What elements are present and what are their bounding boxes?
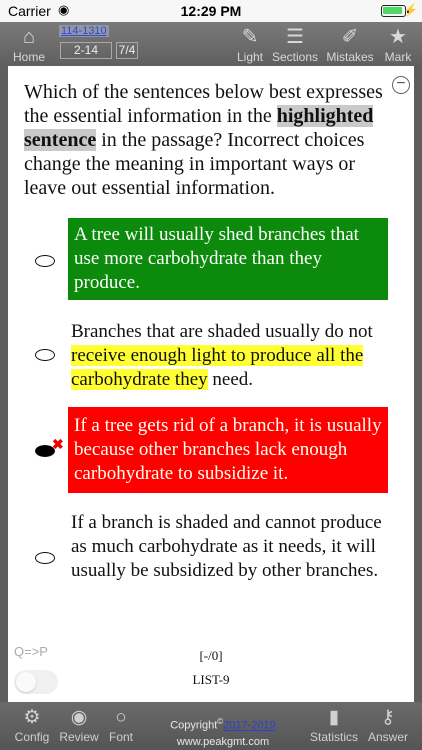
home-button[interactable]: ⌂ Home (6, 22, 52, 66)
choice-d-radio[interactable] (35, 552, 55, 564)
gear-icon: ⚙ (23, 707, 41, 728)
statistics-label: Statistics (309, 730, 358, 744)
sections-label: Sections (271, 50, 319, 64)
circle-icon: ○ (115, 707, 127, 728)
copyright-label: Copyright (170, 719, 218, 732)
question-panel: − Which of the sentences below best expr… (8, 66, 414, 702)
pencil-icon: ✎ (241, 26, 259, 48)
choice-b-radio[interactable] (35, 349, 55, 361)
mistakes-button[interactable]: ✐ Mistakes (322, 22, 378, 66)
bottom-toolbar: ⚙ Config ◉ Review ○ Font Copyright©2017-… (0, 702, 422, 750)
question-position: 7/4 (116, 42, 138, 59)
key-icon: ⚷ (381, 707, 395, 728)
light-label: Light (236, 50, 264, 64)
review-label: Review (59, 730, 99, 744)
answer-label: Answer (367, 730, 408, 744)
copyright-years-link[interactable]: 2017-2019 (223, 720, 276, 732)
question-text: Which of the sentences below best expres… (24, 80, 396, 200)
home-label: Home (12, 50, 45, 64)
progress-link[interactable]: 114-1310 (59, 25, 109, 37)
choice-a-correct[interactable]: A tree will usually shed branches that u… (68, 218, 388, 300)
light-button[interactable]: ✎ Light (232, 22, 268, 66)
answer-button[interactable]: ⚷ Answer (364, 706, 412, 744)
edit-note-icon: ✐ (341, 26, 359, 48)
bar-chart-icon: ▮ (328, 707, 340, 728)
question-number: [-/0] (199, 648, 223, 663)
choice-d[interactable]: If a branch is shaded and cannot produce… (68, 511, 388, 583)
choice-c-wrong[interactable]: If a tree gets rid of a branch, it is us… (68, 407, 388, 493)
mark-label: Mark (384, 50, 412, 64)
home-icon: ⌂ (22, 26, 36, 48)
question-counter: 114-1310 2-14 7/4 (54, 25, 140, 61)
copyright: Copyright©2017-2019 www.peakgmt.com (170, 717, 276, 748)
website-label: www.peakgmt.com (176, 735, 270, 748)
list-icon: ☰ (286, 26, 304, 48)
mark-button[interactable]: ★ Mark (380, 22, 416, 66)
choice-a-radio[interactable] (35, 255, 55, 267)
status-bar: Carrier ◉ 12:29 PM ⚡ (0, 0, 422, 22)
config-label: Config (14, 730, 50, 744)
charging-icon: ⚡ (403, 3, 418, 17)
choice-b[interactable]: Branches that are shaded usually do not … (68, 320, 388, 392)
top-toolbar: ⌂ Home 114-1310 2-14 7/4 ✎ Light ☰ Secti… (0, 22, 422, 66)
wrong-answer-x-icon: ✖ (52, 436, 64, 452)
font-button[interactable]: ○ Font (104, 706, 138, 744)
choice-b-text-end: need. (207, 369, 254, 390)
mistakes-label: Mistakes (326, 50, 374, 64)
question-range: 2-14 (60, 42, 112, 59)
sections-button[interactable]: ☰ Sections (270, 22, 320, 66)
font-label: Font (108, 730, 133, 744)
list-name: LIST-9 (192, 672, 230, 687)
statistics-button[interactable]: ▮ Statistics (306, 706, 362, 744)
config-button[interactable]: ⚙ Config (12, 706, 52, 744)
review-button[interactable]: ◉ Review (56, 706, 102, 744)
choice-b-text-start: Branches that are shaded usually do not (71, 321, 373, 342)
eye-icon: ◉ (70, 707, 88, 728)
clock: 12:29 PM (180, 3, 242, 19)
star-icon: ★ (389, 26, 407, 48)
